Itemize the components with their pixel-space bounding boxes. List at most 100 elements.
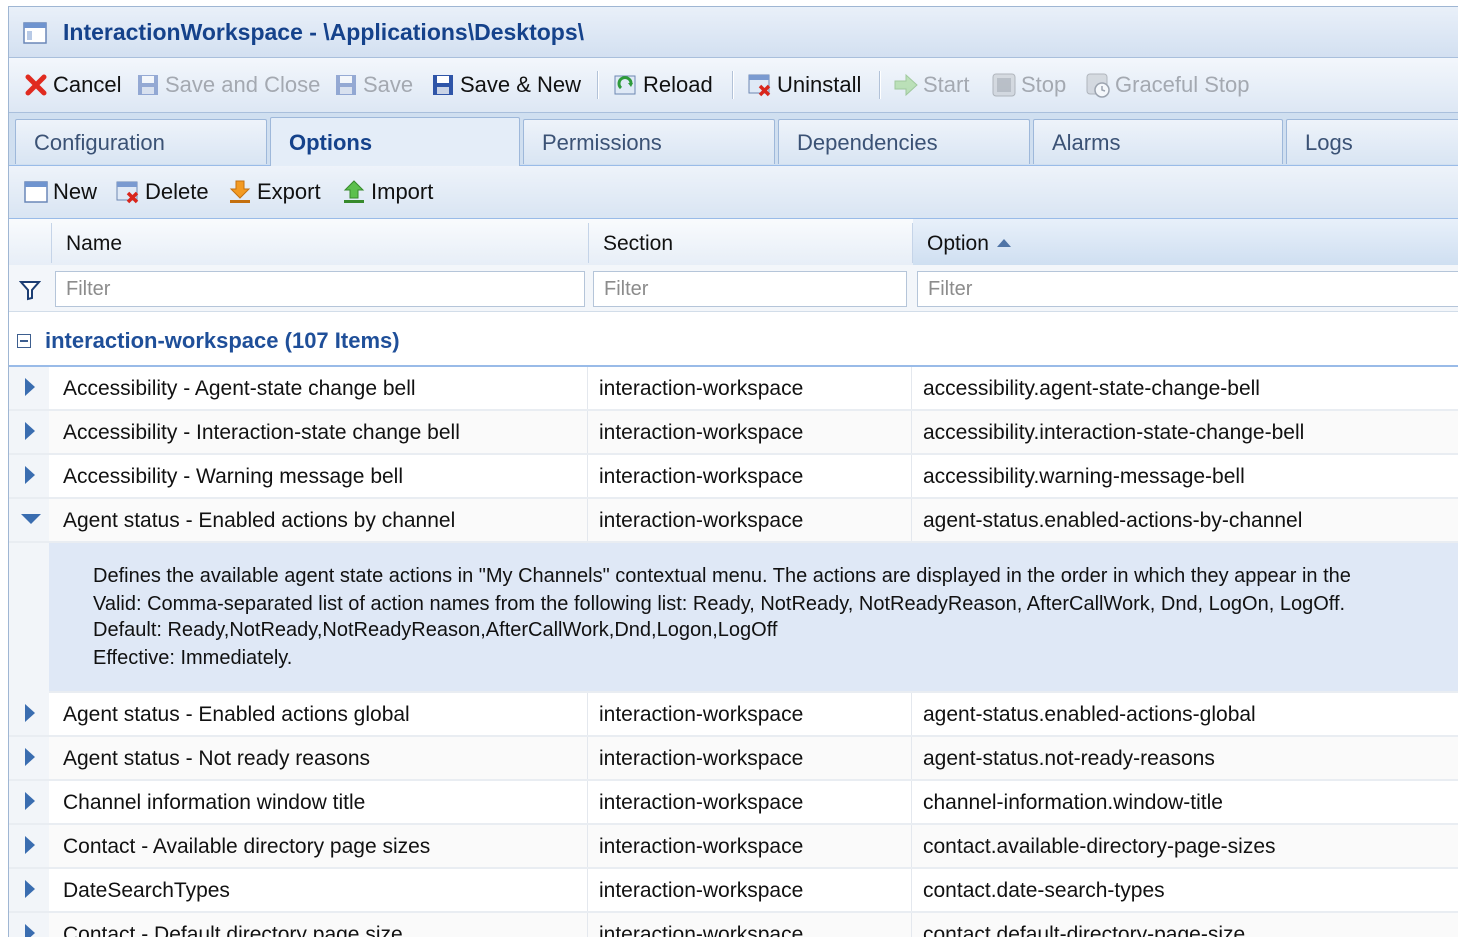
reload-button[interactable]: Reload — [613, 69, 713, 101]
cell-name: Agent status - Not ready reasons — [63, 747, 370, 770]
name-filter-input[interactable] — [55, 271, 585, 307]
column-header-section[interactable]: Section — [589, 219, 912, 265]
tab-options[interactable]: Options — [270, 117, 520, 166]
collapse-row-arrow-icon[interactable] — [9, 499, 49, 541]
graceful-stop-button[interactable]: Graceful Stop — [1085, 69, 1250, 101]
tab-logs[interactable]: Logs — [1286, 119, 1458, 164]
expand-row-arrow-icon[interactable] — [9, 455, 49, 497]
toolbar-separator — [879, 71, 881, 99]
expand-row-arrow-icon[interactable] — [9, 913, 49, 937]
title-bar: InteractionWorkspace - \Applications\Des… — [9, 7, 1458, 58]
import-label: Import — [371, 179, 434, 204]
table-row[interactable]: Accessibility - Agent-state change bell … — [9, 367, 1458, 411]
save-and-new-button[interactable]: Save & New — [430, 69, 581, 101]
reload-icon — [614, 75, 636, 95]
table-row[interactable]: Agent status - Enabled actions global in… — [9, 693, 1458, 737]
cell-name: Channel information window title — [63, 791, 366, 814]
cell-divider — [911, 913, 912, 937]
save-and-close-label: Save and Close — [165, 72, 321, 97]
column-header-option[interactable]: Option — [913, 219, 1458, 265]
cell-divider — [587, 693, 588, 735]
cell-divider — [587, 869, 588, 911]
delete-icon — [116, 181, 139, 204]
cell-divider — [911, 411, 912, 453]
delete-label: Delete — [145, 179, 209, 204]
save-icon — [433, 75, 453, 95]
new-item-icon — [24, 181, 48, 203]
start-button[interactable]: Start — [893, 69, 969, 101]
collapse-group-icon[interactable] — [17, 334, 31, 348]
table-row[interactable]: Channel information window title interac… — [9, 781, 1458, 825]
expand-row-arrow-icon[interactable] — [9, 781, 49, 823]
table-row-expanded[interactable]: Agent status - Enabled actions by channe… — [9, 499, 1458, 543]
cell-option: agent-status.not-ready-reasons — [923, 747, 1215, 770]
uninstall-icon — [748, 74, 771, 97]
cell-divider — [911, 693, 912, 735]
cell-section: interaction-workspace — [599, 791, 804, 814]
option-filter-input[interactable] — [917, 271, 1458, 307]
cell-divider — [587, 825, 588, 867]
save-button[interactable]: Save — [333, 69, 413, 101]
save-icon — [336, 75, 356, 95]
cell-divider — [911, 825, 912, 867]
application-icon — [23, 22, 47, 44]
cancel-button[interactable]: Cancel — [23, 69, 121, 101]
tab-permissions[interactable]: Permissions — [523, 119, 775, 164]
cell-divider — [587, 737, 588, 779]
column-header-option-text: Option — [927, 232, 1011, 256]
table-row[interactable]: Agent status - Not ready reasons interac… — [9, 737, 1458, 781]
expand-row-arrow-icon[interactable] — [9, 869, 49, 911]
cell-divider — [587, 455, 588, 497]
import-button[interactable]: Import — [341, 176, 433, 208]
application-window: InteractionWorkspace - \Applications\Des… — [8, 6, 1458, 937]
table-row[interactable]: Accessibility - Warning message bell int… — [9, 455, 1458, 499]
save-and-close-button[interactable]: Save and Close — [135, 69, 320, 101]
new-button[interactable]: New — [23, 176, 97, 208]
grid-header: Name Section Option — [9, 219, 1458, 266]
options-grid-body: Accessibility - Agent-state change bell … — [9, 367, 1458, 937]
group-header[interactable]: interaction-workspace (107 Items) — [9, 323, 1458, 367]
delete-button[interactable]: Delete — [115, 176, 209, 208]
stop-label: Stop — [1021, 72, 1067, 97]
table-row[interactable]: Accessibility - Interaction-state change… — [9, 411, 1458, 455]
graceful-stop-label: Graceful Stop — [1115, 72, 1250, 97]
table-row[interactable]: Contact - Default directory page size in… — [9, 913, 1458, 937]
start-arrow-icon — [894, 73, 918, 97]
cancel-icon — [25, 74, 47, 96]
cell-option: accessibility.warning-message-bell — [923, 465, 1245, 488]
cell-divider — [911, 367, 912, 409]
uninstall-button[interactable]: Uninstall — [747, 69, 861, 101]
new-label: New — [53, 179, 98, 204]
column-header-label: Name — [66, 232, 123, 255]
main-toolbar: Cancel Save and Close Save Save & New Re… — [9, 58, 1458, 113]
stop-button[interactable]: Stop — [991, 69, 1066, 101]
cell-section: interaction-workspace — [599, 879, 804, 902]
expand-row-arrow-icon[interactable] — [9, 411, 49, 453]
expand-row-arrow-icon[interactable] — [9, 737, 49, 779]
expand-row-arrow-icon[interactable] — [9, 693, 49, 735]
toolbar-separator — [732, 71, 734, 99]
export-button[interactable]: Export — [227, 176, 321, 208]
tab-alarms[interactable]: Alarms — [1033, 119, 1283, 164]
expand-row-arrow-icon[interactable] — [9, 825, 49, 867]
cell-name: Accessibility - Interaction-state change… — [63, 421, 460, 444]
section-filter-input[interactable] — [593, 271, 907, 307]
default-value-text: Default: Ready,NotReady,NotReadyReason,A… — [93, 619, 778, 641]
tab-configuration[interactable]: Configuration — [15, 119, 267, 164]
tab-label: Permissions — [542, 130, 662, 155]
filter-funnel-icon — [19, 281, 41, 301]
cell-divider — [587, 499, 588, 541]
cell-section: interaction-workspace — [599, 421, 804, 444]
cell-option: contact.available-directory-page-sizes — [923, 835, 1276, 858]
cell-name: Contact - Available directory page sizes — [63, 835, 431, 858]
save-and-new-label: Save & New — [460, 72, 582, 97]
table-row[interactable]: Contact - Available directory page sizes… — [9, 825, 1458, 869]
tab-label: Dependencies — [797, 130, 938, 155]
cell-name: Contact - Default directory page size — [63, 923, 403, 937]
table-row[interactable]: DateSearchTypes interaction-workspace co… — [9, 869, 1458, 913]
expand-row-arrow-icon[interactable] — [9, 367, 49, 409]
column-header-label: Option — [927, 232, 989, 255]
tab-dependencies[interactable]: Dependencies — [778, 119, 1030, 164]
cell-section: interaction-workspace — [599, 465, 804, 488]
column-header-name[interactable]: Name — [52, 219, 588, 265]
